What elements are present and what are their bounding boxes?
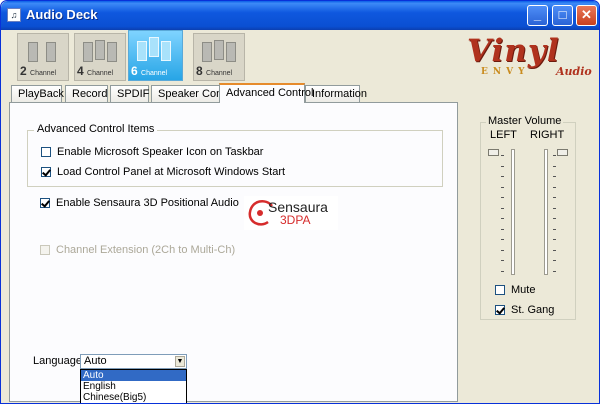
language-value: Auto xyxy=(84,355,107,367)
channel-extension-checkbox xyxy=(40,245,50,255)
load-at-start-checkbox[interactable] xyxy=(41,167,51,177)
volume-tick xyxy=(501,228,504,230)
tab-advanced-control[interactable]: Advanced Control xyxy=(219,83,313,103)
volume-tick xyxy=(553,176,556,178)
tab-spdif[interactable]: SPDIF xyxy=(110,85,149,102)
load-at-start-option[interactable]: Load Control Panel at Microsoft Windows … xyxy=(41,165,285,179)
taskbar-icon-label: Enable Microsoft Speaker Icon on Taskbar xyxy=(57,146,264,158)
chevron-down-icon[interactable]: ▼ xyxy=(175,356,185,367)
speakers-icon xyxy=(26,40,60,66)
channel-selector: 2 Channel 4 Channel 6 Channel 8 Channel … xyxy=(1,30,599,86)
channel-label: 6 Channel xyxy=(131,64,168,78)
window-title: Audio Deck xyxy=(26,7,98,22)
close-button[interactable]: ✕ xyxy=(576,5,597,26)
taskbar-icon-option[interactable]: Enable Microsoft Speaker Icon on Taskbar xyxy=(41,145,263,159)
stereo-gang-option[interactable]: St. Gang xyxy=(495,303,554,317)
volume-tick xyxy=(553,165,556,167)
master-volume-group: Master Volume LEFT RIGHT Mute St. Gang xyxy=(480,115,576,320)
tab-playback[interactable]: PlayBack xyxy=(11,85,64,102)
volume-tick xyxy=(501,176,504,178)
master-volume-title: Master Volume xyxy=(486,115,564,127)
channel-label: 2 Channel xyxy=(20,64,57,78)
tab-information[interactable]: Information xyxy=(305,85,367,102)
volume-tick xyxy=(553,271,556,272)
volume-tick xyxy=(501,165,504,167)
volume-tick xyxy=(501,249,504,251)
right-volume-track xyxy=(544,149,548,275)
volume-tick xyxy=(553,228,556,230)
volume-tick xyxy=(501,271,504,272)
language-label: Language: xyxy=(33,355,85,367)
sensaura-label: Enable Sensaura 3D Positional Audio xyxy=(56,197,239,209)
tab-record[interactable]: Record xyxy=(65,85,108,102)
left-volume-slider[interactable] xyxy=(488,149,499,156)
sensaura-option[interactable]: Enable Sensaura 3D Positional Audio xyxy=(40,196,239,210)
channel-2-button[interactable]: 2 Channel xyxy=(17,33,69,81)
channel-label: 4 Channel xyxy=(77,64,114,78)
language-option-chinese-big5[interactable]: Chinese(Big5) xyxy=(81,392,186,403)
right-channel-label: RIGHT xyxy=(530,129,565,141)
channel-4-button[interactable]: 4 Channel xyxy=(74,33,126,81)
volume-tick xyxy=(553,197,556,199)
vinyl-envy-logo: Vinyl ENVY Audio xyxy=(467,33,592,78)
mute-checkbox[interactable] xyxy=(495,285,505,295)
audio-deck-window: ♫ Audio Deck _ □ ✕ 2 Channel 4 Channel 6… xyxy=(0,0,600,404)
language-select[interactable]: Auto ▼ xyxy=(80,354,187,369)
mute-label: Mute xyxy=(511,284,536,296)
speakers-icon xyxy=(83,40,117,66)
speakers-icon xyxy=(137,37,171,63)
advanced-control-items-group: Advanced Control Items Enable Microsoft … xyxy=(27,123,443,187)
group-title: Advanced Control Items xyxy=(34,123,158,135)
maximize-button[interactable]: □ xyxy=(552,5,573,26)
channel-8-button[interactable]: 8 Channel xyxy=(193,33,245,81)
volume-tick xyxy=(553,155,556,156)
app-icon: ♫ xyxy=(7,8,21,22)
volume-tick xyxy=(553,249,556,251)
volume-tick xyxy=(553,260,556,262)
stereo-gang-label: St. Gang xyxy=(511,304,555,316)
left-volume-track xyxy=(511,149,515,275)
volume-tick xyxy=(501,197,504,199)
stereo-gang-checkbox[interactable] xyxy=(495,305,505,315)
load-at-start-label: Load Control Panel at Microsoft Windows … xyxy=(57,166,286,178)
language-option-auto[interactable]: Auto xyxy=(81,370,186,381)
taskbar-icon-checkbox[interactable] xyxy=(41,147,51,157)
title-bar: ♫ Audio Deck _ □ ✕ xyxy=(1,1,599,30)
volume-tick xyxy=(553,218,556,220)
mute-option[interactable]: Mute xyxy=(495,283,535,297)
channel-extension-option: Channel Extension (2Ch to Multi-Ch) xyxy=(40,243,235,257)
volume-tick xyxy=(501,239,504,241)
language-dropdown-list: Auto English Chinese(Big5) xyxy=(80,369,187,403)
advanced-control-panel: Advanced Control Items Enable Microsoft … xyxy=(9,102,458,403)
tab-speaker-config[interactable]: Speaker Config xyxy=(151,85,234,102)
sensaura-checkbox[interactable] xyxy=(40,198,50,208)
left-channel-label: LEFT xyxy=(490,129,517,141)
volume-tick xyxy=(553,186,556,188)
volume-tick xyxy=(501,155,504,156)
sensaura-logo: Sensaura 3DPA xyxy=(244,196,338,230)
minimize-button[interactable]: _ xyxy=(527,5,548,26)
volume-tick xyxy=(501,186,504,188)
speakers-icon xyxy=(202,40,236,66)
volume-tick xyxy=(501,218,504,220)
channel-extension-label: Channel Extension (2Ch to Multi-Ch) xyxy=(56,244,236,256)
volume-tick xyxy=(553,207,556,209)
channel-6-button[interactable]: 6 Channel xyxy=(128,30,183,81)
volume-tick xyxy=(501,260,504,262)
right-volume-slider[interactable] xyxy=(557,149,568,156)
volume-tick xyxy=(501,207,504,209)
volume-tick xyxy=(553,239,556,241)
language-option-english[interactable]: English xyxy=(81,381,186,392)
channel-label: 8 Channel xyxy=(196,64,233,78)
